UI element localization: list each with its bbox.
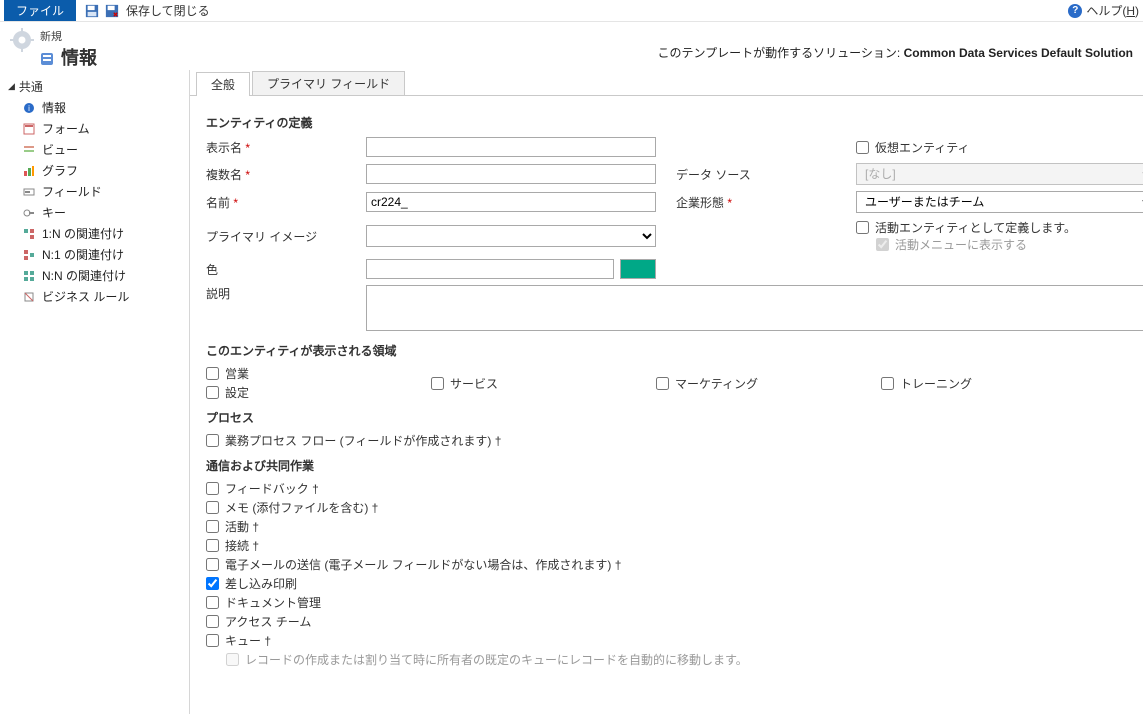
chk-area-service[interactable]	[431, 377, 444, 390]
label-area-settings: 設定	[225, 384, 249, 401]
label-virtual-entity: 仮想エンティティ	[875, 139, 970, 156]
chk-area-settings[interactable]	[206, 386, 219, 399]
chk-notes[interactable]	[206, 501, 219, 514]
color-swatch[interactable]	[620, 259, 656, 279]
field-icon	[22, 185, 36, 199]
label-area-sales: 営業	[225, 365, 249, 382]
section-areas: このエンティティが表示される領域	[206, 342, 1127, 359]
sidebar-item-1n[interactable]: 1:N の関連付け	[4, 223, 185, 244]
chk-mail-merge[interactable]	[206, 577, 219, 590]
caret-down-icon: ◢	[8, 81, 15, 92]
label-bpf: 業務プロセス フロー (フィールドが作成されます) †	[225, 432, 501, 449]
relation-n1-icon	[22, 248, 36, 262]
select-data-source: [なし]	[856, 163, 1143, 185]
entity-icon	[40, 50, 54, 64]
relation-nn-icon	[22, 269, 36, 283]
solution-label: このテンプレートが動作するソリューション: Common Data Servic…	[658, 28, 1133, 61]
chart-icon	[22, 164, 36, 178]
chk-area-training[interactable]	[881, 377, 894, 390]
save-close-icon[interactable]	[104, 3, 120, 19]
header-subtitle: 新規	[40, 28, 97, 44]
label-color: 色	[206, 261, 346, 278]
chk-doc-mgmt[interactable]	[206, 596, 219, 609]
label-description: 説明	[206, 285, 346, 302]
label-area-marketing: マーケティング	[675, 375, 758, 392]
help-icon: ?	[1068, 4, 1082, 18]
sidebar-item-charts[interactable]: グラフ	[4, 160, 185, 181]
form-icon	[22, 122, 36, 136]
select-ownership[interactable]: ユーザーまたはチーム	[856, 191, 1143, 213]
sidebar: ◢ 共通 i情報 フォーム ビュー グラフ フィールド キー 1:N の関連付け…	[0, 70, 190, 714]
label-activity-entity: 活動エンティティとして定義します。	[875, 219, 1076, 236]
label-connections: 接続 †	[225, 537, 259, 554]
sidebar-item-forms[interactable]: フォーム	[4, 118, 185, 139]
select-primary-image[interactable]	[366, 225, 656, 247]
relation-1n-icon	[22, 227, 36, 241]
chk-virtual-entity[interactable]	[856, 141, 869, 154]
input-color[interactable]	[366, 259, 614, 279]
label-access-team: アクセス チーム	[225, 613, 311, 630]
help-link[interactable]: ? ヘルプ(H)	[1068, 2, 1139, 19]
chk-activities[interactable]	[206, 520, 219, 533]
save-icon[interactable]	[84, 3, 100, 19]
label-mail-merge: 差し込み印刷	[225, 575, 297, 592]
chk-access-team[interactable]	[206, 615, 219, 628]
page-title: 情報	[40, 44, 97, 70]
label-activities: 活動 †	[225, 518, 259, 535]
svg-text:i: i	[28, 104, 30, 113]
sidebar-item-views[interactable]: ビュー	[4, 139, 185, 160]
sidebar-item-info[interactable]: i情報	[4, 97, 185, 118]
input-name[interactable]	[366, 192, 656, 212]
label-name: 名前	[206, 194, 346, 211]
input-plural-name[interactable]	[366, 164, 656, 184]
label-primary-image: プライマリ イメージ	[206, 228, 346, 245]
tab-general[interactable]: 全般	[196, 72, 250, 96]
label-activity-menu: 活動メニューに表示する	[895, 236, 1027, 253]
section-entity-def: エンティティの定義	[206, 114, 1127, 131]
label-queue-auto: レコードの作成または割り当て時に所有者の既定のキューにレコードを自動的に移動しま…	[245, 651, 748, 668]
chk-email-send[interactable]	[206, 558, 219, 571]
info-icon: i	[22, 101, 36, 115]
sidebar-item-keys[interactable]: キー	[4, 202, 185, 223]
content-scroll[interactable]: エンティティの定義 表示名 仮想エンティティ 複数名 データ ソース [なし] …	[190, 96, 1143, 714]
chk-bpf[interactable]	[206, 434, 219, 447]
chk-feedback[interactable]	[206, 482, 219, 495]
key-icon	[22, 206, 36, 220]
sidebar-group-common[interactable]: ◢ 共通	[4, 76, 185, 97]
label-queue: キュー †	[225, 632, 271, 649]
chk-queue-auto	[226, 653, 239, 666]
textarea-description[interactable]	[366, 285, 1143, 331]
label-doc-mgmt: ドキュメント管理	[225, 594, 321, 611]
chk-activity-menu	[876, 238, 889, 251]
label-data-source: データ ソース	[676, 166, 836, 183]
sidebar-item-fields[interactable]: フィールド	[4, 181, 185, 202]
view-icon	[22, 143, 36, 157]
bizrule-icon	[22, 290, 36, 304]
label-ownership: 企業形態	[676, 194, 836, 211]
chk-queue[interactable]	[206, 634, 219, 647]
label-display-name: 表示名	[206, 139, 346, 156]
chk-connections[interactable]	[206, 539, 219, 552]
section-collab: 通信および共同作業	[206, 457, 1127, 474]
label-area-training: トレーニング	[900, 375, 972, 392]
label-feedback: フィードバック †	[225, 480, 319, 497]
section-process: プロセス	[206, 409, 1127, 426]
chk-activity-entity[interactable]	[856, 221, 869, 234]
label-plural-name: 複数名	[206, 166, 346, 183]
gear-icon	[10, 28, 34, 52]
save-close-button[interactable]: 保存して閉じる	[126, 2, 210, 19]
file-menu-button[interactable]: ファイル	[4, 0, 76, 21]
label-area-service: サービス	[450, 375, 498, 392]
tab-primary-field[interactable]: プライマリ フィールド	[252, 71, 405, 95]
sidebar-item-nn[interactable]: N:N の関連付け	[4, 265, 185, 286]
input-display-name[interactable]	[366, 137, 656, 157]
chk-area-marketing[interactable]	[656, 377, 669, 390]
label-notes: メモ (添付ファイルを含む) †	[225, 499, 378, 516]
sidebar-item-n1[interactable]: N:1 の関連付け	[4, 244, 185, 265]
label-email-send: 電子メールの送信 (電子メール フィールドがない場合は、作成されます) †	[225, 556, 621, 573]
chk-area-sales[interactable]	[206, 367, 219, 380]
sidebar-item-bizrules[interactable]: ビジネス ルール	[4, 286, 185, 307]
help-label: ヘルプ(H)	[1086, 2, 1139, 19]
